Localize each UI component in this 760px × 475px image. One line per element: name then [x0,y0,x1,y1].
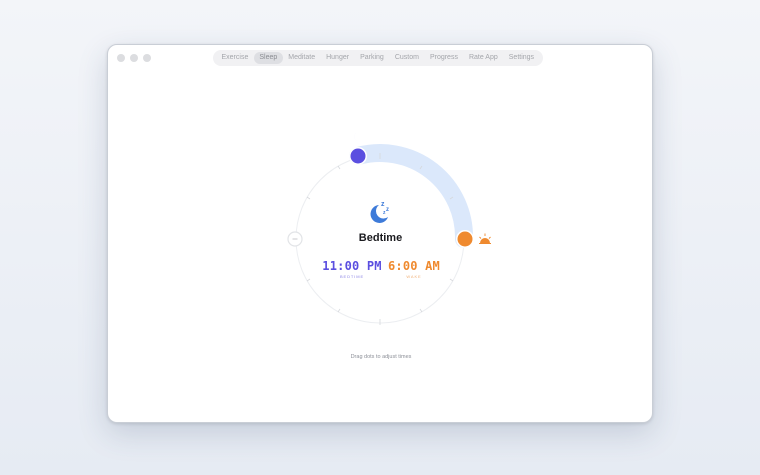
dial-title: Bedtime [358,232,403,244]
drag-hint: Drag dots to adjust times [350,354,412,360]
wake-time: 6:00 AM [388,259,440,273]
sleep-arc[interactable] [349,144,474,248]
wake-handle[interactable] [457,231,473,247]
app-window: Exercise Sleep Meditate Hunger Parking C… [107,44,653,423]
sleep-zzz-icon: z z z [370,201,389,223]
bedtime-handle[interactable] [350,148,366,164]
stopwatch-icon[interactable] [287,231,303,247]
wake-label: WAKE [406,274,422,279]
bedtime-time: 11:00 PM [322,259,382,273]
svg-text:z: z [386,207,389,213]
svg-text:z: z [381,201,385,208]
moon-icon [354,132,362,142]
sunrise-icon [479,233,491,244]
bedtime-label: BEDTIME [339,274,365,279]
